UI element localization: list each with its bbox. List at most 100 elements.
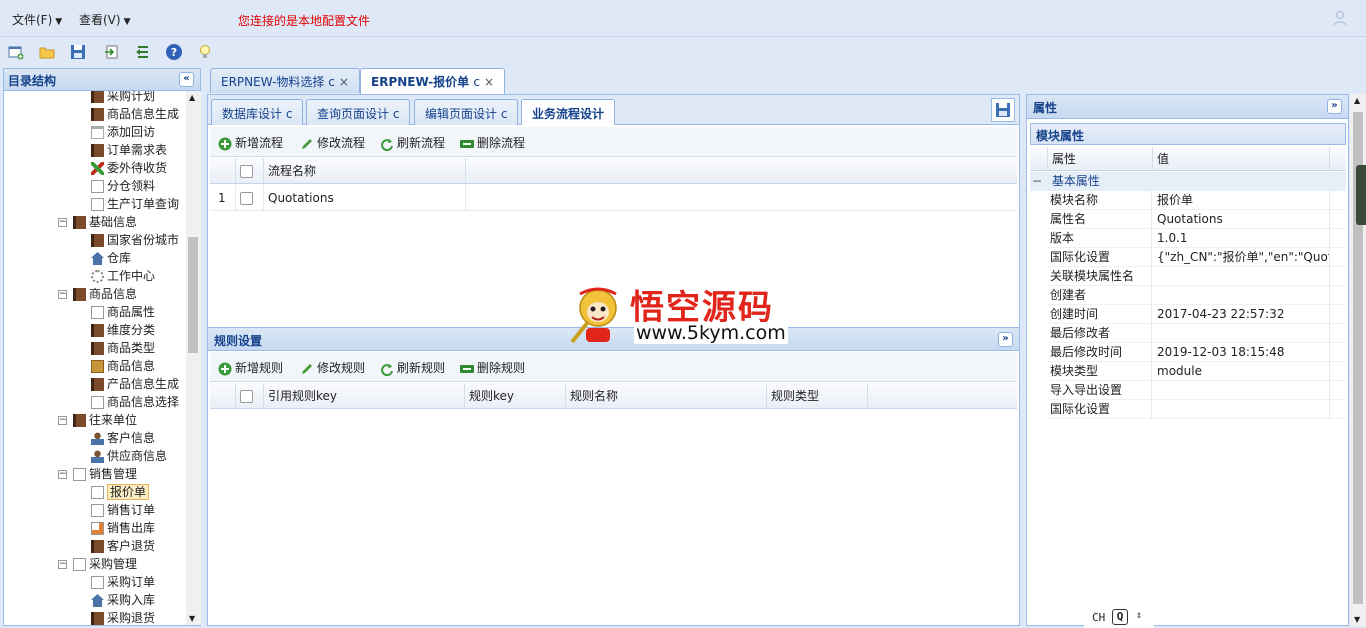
collapse-down-icon[interactable]: » <box>998 332 1013 347</box>
menu-file[interactable]: 文件(F) ▼ <box>12 11 62 28</box>
row-checkbox[interactable] <box>236 185 264 211</box>
reload-icon[interactable]: c <box>501 107 508 121</box>
collapse-minus-icon[interactable]: − <box>1030 172 1044 191</box>
property-row[interactable]: 导入导出设置 <box>1046 381 1346 400</box>
tree-node[interactable]: 销售订单 <box>91 501 155 519</box>
property-row[interactable]: 创建时间 2017-04-23 22:57:32 <box>1046 305 1346 324</box>
scroll-up-icon[interactable]: ▲ <box>1354 96 1360 105</box>
tree-node[interactable]: 供应商信息 <box>91 447 167 465</box>
tree-node[interactable]: 商品属性 <box>91 303 155 321</box>
close-icon[interactable]: × <box>339 75 349 89</box>
lightbulb-icon[interactable] <box>196 43 214 61</box>
tree-node[interactable]: 添加回访 <box>91 123 155 141</box>
side-handle[interactable] <box>1356 165 1366 225</box>
property-row[interactable]: 模块名称 报价单 <box>1046 191 1346 210</box>
tree-node[interactable]: 采购计划 <box>91 91 155 105</box>
reload-icon[interactable]: c <box>286 107 293 121</box>
property-value[interactable] <box>1153 286 1330 305</box>
tree-node[interactable]: 采购订单 <box>91 573 155 591</box>
tree-node[interactable]: 产品信息生成 <box>91 375 179 393</box>
property-value[interactable] <box>1153 267 1330 286</box>
edit-flow-button[interactable]: 修改流程 <box>300 134 365 151</box>
column-header[interactable]: 规则key <box>465 383 566 409</box>
collapse-minus-icon[interactable]: − <box>58 416 67 425</box>
save-button[interactable] <box>991 98 1015 122</box>
tree-node[interactable]: − 销售管理 <box>58 465 137 483</box>
property-value[interactable]: module <box>1153 362 1330 381</box>
collapse-minus-icon[interactable]: − <box>58 218 67 227</box>
delete-flow-button[interactable]: 删除流程 <box>460 134 525 151</box>
checkbox[interactable] <box>240 192 253 205</box>
tree-node[interactable]: − 基础信息 <box>58 213 137 231</box>
column-header[interactable]: 引用规则key <box>264 383 465 409</box>
property-row[interactable]: 模块类型 module <box>1046 362 1346 381</box>
ime-search-icon[interactable]: Q <box>1112 609 1128 625</box>
select-all-checkbox[interactable] <box>236 158 264 184</box>
tree-node[interactable]: 商品类型 <box>91 339 155 357</box>
tab-database-design[interactable]: 数据库设计 c <box>211 99 304 125</box>
column-header[interactable]: 流程名称 <box>264 158 466 184</box>
property-row[interactable]: 关联模块属性名 <box>1046 267 1346 286</box>
tree-node[interactable]: 分仓领料 <box>91 177 155 195</box>
tree-node[interactable]: − 往来单位 <box>58 411 137 429</box>
scroll-up-icon[interactable]: ▲ <box>189 93 195 102</box>
tree-node[interactable]: 采购退货 <box>91 609 155 625</box>
tree-node[interactable]: 仓库 <box>91 249 131 267</box>
property-value[interactable]: Quotations <box>1153 210 1330 229</box>
property-row[interactable]: 属性名 Quotations <box>1046 210 1346 229</box>
property-group-basic[interactable]: − 基本属性 <box>1030 172 1346 191</box>
tree-node[interactable]: 商品信息生成 <box>91 105 179 123</box>
ime-toggle-icon[interactable]: ⇕ <box>1136 610 1142 621</box>
property-value[interactable]: 报价单 <box>1153 191 1330 210</box>
close-icon[interactable]: × <box>484 75 494 89</box>
tree-scroll-thumb[interactable] <box>188 237 198 353</box>
tree-node[interactable]: 报价单 <box>91 483 150 501</box>
tree-node[interactable]: 国家省份城市 <box>91 231 179 249</box>
tree-node[interactable]: − 商品信息 <box>58 285 137 303</box>
tree-node[interactable]: 商品信息选择 <box>91 393 179 411</box>
flow-name-cell[interactable]: Quotations <box>264 185 466 211</box>
property-value[interactable] <box>1153 324 1330 343</box>
edit-rule-button[interactable]: 修改规则 <box>300 359 365 376</box>
property-row[interactable]: 最后修改者 <box>1046 324 1346 343</box>
column-header[interactable]: 属性 <box>1048 147 1153 171</box>
property-row[interactable]: 国际化设置 {"zh_CN":"报价单","en":"Quota <box>1046 248 1346 267</box>
property-row[interactable]: 版本 1.0.1 <box>1046 229 1346 248</box>
collapse-left-icon[interactable]: « <box>179 72 194 87</box>
table-row[interactable]: 1 Quotations <box>210 185 1017 211</box>
menu-view[interactable]: 查看(V) ▼ <box>79 11 131 28</box>
tree-node[interactable]: 生产订单查询 <box>91 195 179 213</box>
scroll-down-icon[interactable]: ▼ <box>1354 615 1360 624</box>
property-row[interactable]: 创建者 <box>1046 286 1346 305</box>
tree-node[interactable]: 工作中心 <box>91 267 155 285</box>
reload-icon[interactable]: c <box>473 75 480 89</box>
tab-business-flow-design[interactable]: 业务流程设计 <box>521 99 616 125</box>
property-value[interactable]: 1.0.1 <box>1153 229 1330 248</box>
column-header[interactable]: 规则类型 <box>767 383 868 409</box>
refresh-rule-button[interactable]: 刷新规则 <box>380 359 445 376</box>
collapse-minus-icon[interactable]: − <box>58 560 67 569</box>
select-all-checkbox[interactable] <box>236 383 264 409</box>
column-header[interactable]: 值 <box>1153 147 1330 171</box>
column-header[interactable]: 规则名称 <box>566 383 767 409</box>
collapse-minus-icon[interactable]: − <box>58 470 67 479</box>
property-value[interactable]: {"zh_CN":"报价单","en":"Quota <box>1153 248 1330 267</box>
property-value[interactable] <box>1153 381 1330 400</box>
tree-node[interactable]: 销售出库 <box>91 519 155 537</box>
open-folder-icon[interactable] <box>38 43 56 61</box>
refresh-flow-button[interactable]: 刷新流程 <box>380 134 445 151</box>
collapse-minus-icon[interactable]: − <box>58 290 67 299</box>
tree-node[interactable]: 客户退货 <box>91 537 155 555</box>
reload-icon[interactable]: c <box>328 75 335 89</box>
tree-node[interactable]: 维度分类 <box>91 321 155 339</box>
tab-edit-page-design[interactable]: 编辑页面设计 c <box>414 99 519 125</box>
tab-quotation[interactable]: ERPNEW-报价单 c × <box>360 68 506 94</box>
add-rule-button[interactable]: 新增规则 <box>218 359 283 376</box>
tree-node[interactable]: 委外待收货 <box>91 159 167 177</box>
tree-node[interactable]: 商品信息 <box>91 357 155 375</box>
ime-indicator[interactable]: CH Q ⇕ <box>1084 608 1154 628</box>
tree-node[interactable]: 采购入库 <box>91 591 155 609</box>
checkbox[interactable] <box>240 390 253 403</box>
tree-scrollbar[interactable]: ▲ ▼ <box>186 91 201 625</box>
tree-node[interactable]: − 采购管理 <box>58 555 137 573</box>
